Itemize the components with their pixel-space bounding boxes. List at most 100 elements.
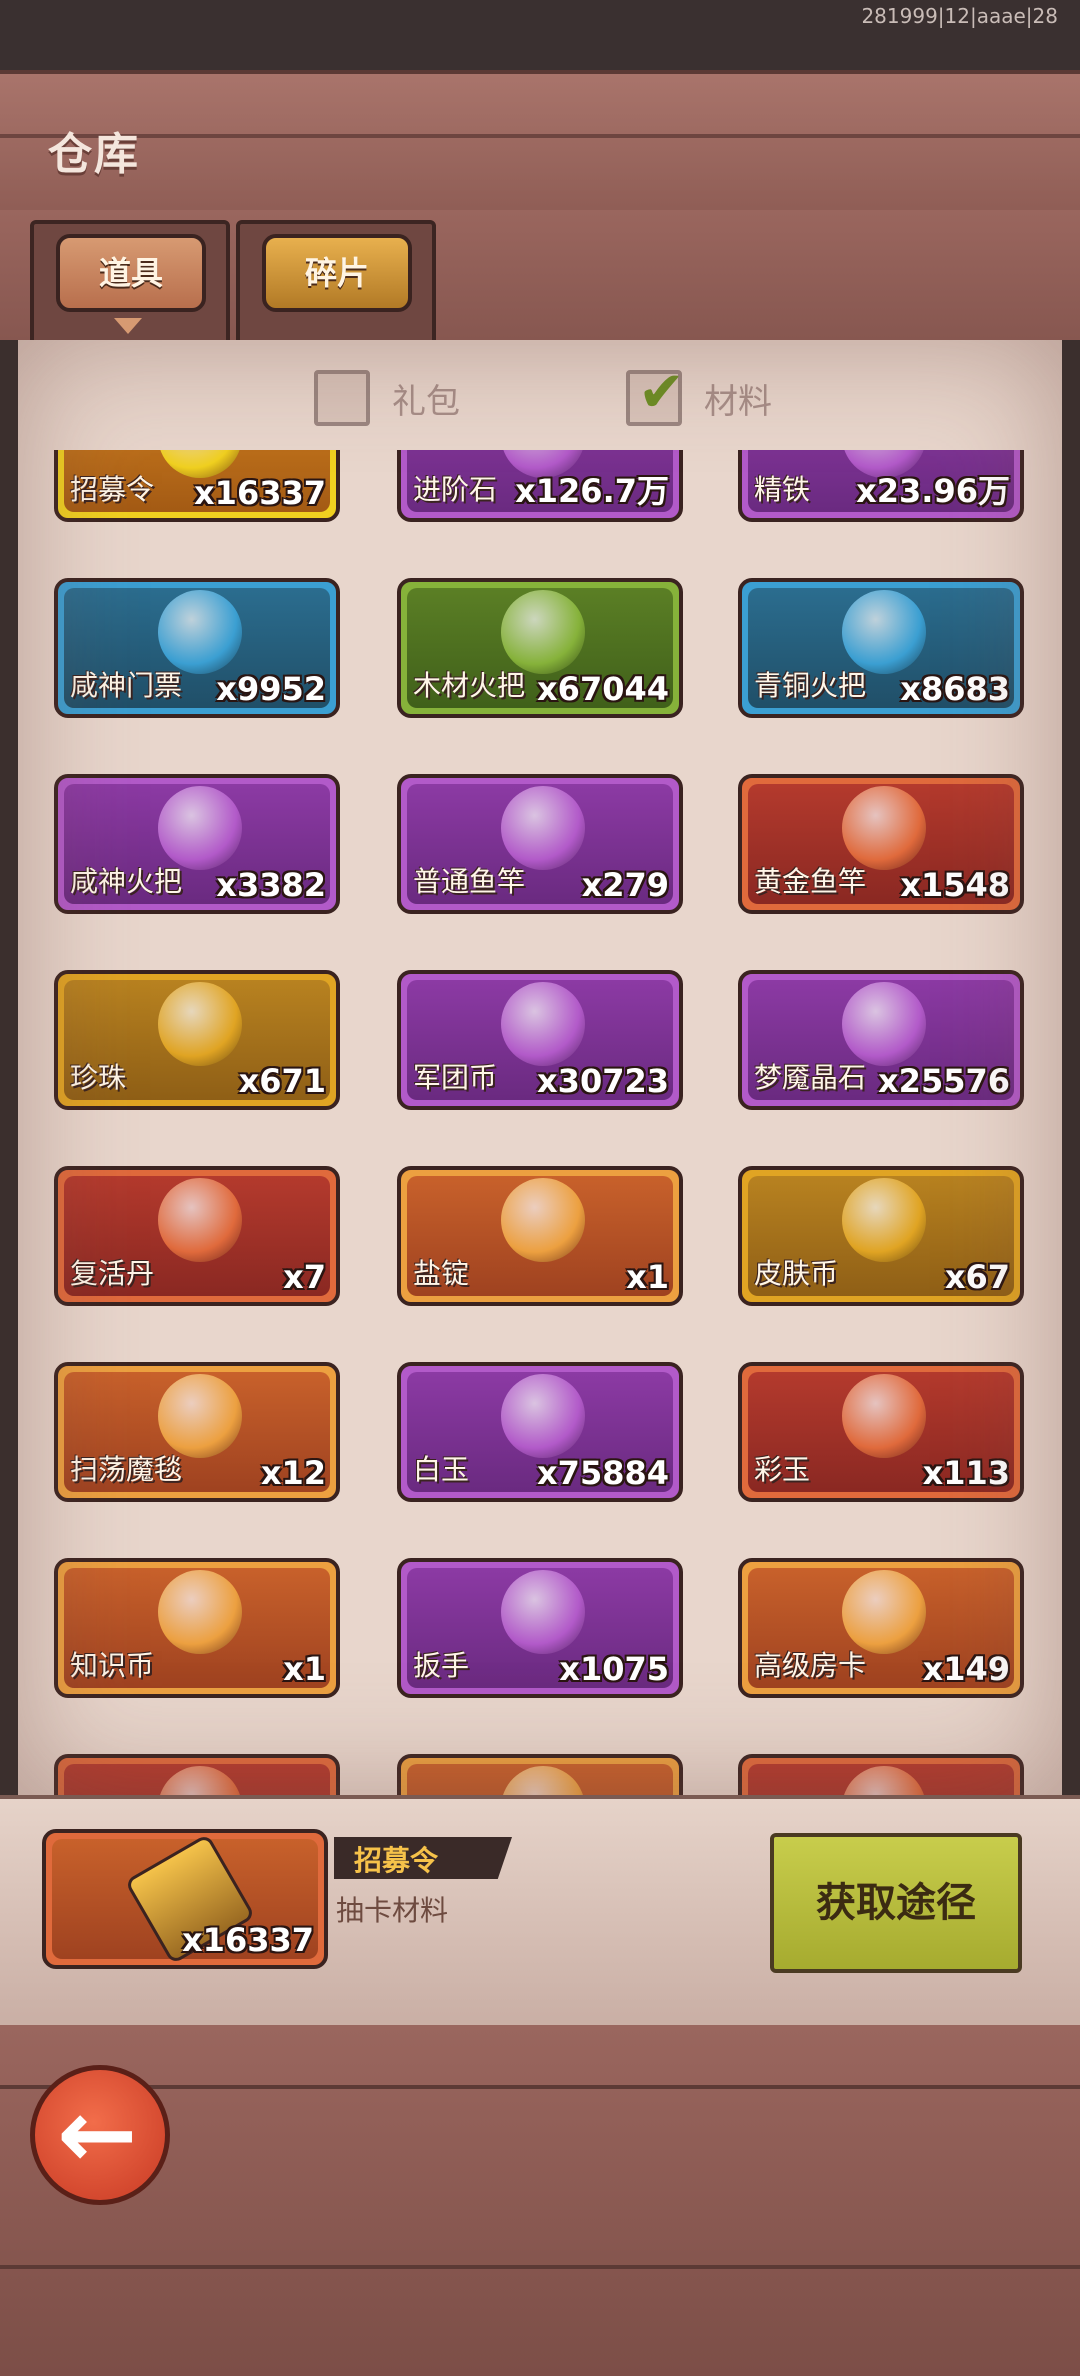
item-card[interactable]: 梦魇晶石 x25576 xyxy=(738,970,1024,1110)
item-qty: x1 xyxy=(283,1650,326,1688)
gift-pack-label: 礼包 xyxy=(392,382,460,422)
item-card[interactable]: 知识币 x1 xyxy=(54,1558,340,1698)
item-qty: x67044 xyxy=(537,670,669,708)
gift-pack-checkbox[interactable] xyxy=(314,370,370,426)
item-card[interactable]: 普通鱼竿 x279 xyxy=(397,774,683,914)
item-card[interactable] xyxy=(54,1754,340,1795)
wrench-icon xyxy=(501,1570,585,1654)
item-name: 梦魇晶石 xyxy=(754,1061,867,1094)
item-card[interactable]: 进阶石 x126.7万 xyxy=(397,450,683,522)
item-name: 招募令 xyxy=(70,473,155,506)
item-name: 皮肤币 xyxy=(754,1257,839,1290)
filter-row: 礼包 ✔ 材料 xyxy=(18,340,1062,440)
item-qty: x12 xyxy=(260,1454,326,1492)
item-qty: x3382 xyxy=(216,866,326,904)
item-qty: x149 xyxy=(922,1650,1010,1688)
fishing-rod-icon xyxy=(501,786,585,870)
status-bar: 281999|12|aaae|28 xyxy=(0,0,1080,70)
item-card[interactable]: 彩玉 x113 xyxy=(738,1362,1024,1502)
item-name: 高级房卡 xyxy=(754,1649,867,1682)
item-name: 彩玉 xyxy=(754,1453,811,1486)
get-source-button[interactable]: 获取途径 xyxy=(770,1833,1022,1973)
wood-torch-icon xyxy=(501,590,585,674)
item-card[interactable]: 木材火把 x67044 xyxy=(397,578,683,718)
item-qty: x8683 xyxy=(900,670,1010,708)
item-card[interactable]: 军团币 x30723 xyxy=(397,970,683,1110)
item-qty: x7 xyxy=(283,1258,326,1296)
tab-slot-items: 道具 xyxy=(30,220,230,348)
item-name: 黄金鱼竿 xyxy=(754,865,867,898)
tab-fragments[interactable]: 碎片 xyxy=(262,234,412,312)
page-title: 仓库 xyxy=(48,129,140,180)
material-checkbox[interactable]: ✔ xyxy=(626,360,685,426)
item-card[interactable]: 青铜火把 x8683 xyxy=(738,578,1024,718)
item-card[interactable]: 复活丹 x7 xyxy=(54,1166,340,1306)
header-bar: 仓库 xyxy=(0,70,1080,214)
magic-carpet-icon xyxy=(158,1374,242,1458)
active-tab-indicator xyxy=(114,318,142,334)
item-card[interactable]: 珍珠 x671 xyxy=(54,970,340,1110)
item-card[interactable]: 白玉 x75884 xyxy=(397,1362,683,1502)
golden-fishing-rod-icon xyxy=(842,786,926,870)
legion-coin-icon xyxy=(501,982,585,1066)
item-name: 进阶石 xyxy=(413,473,498,506)
status-text: 281999|12|aaae|28 xyxy=(861,4,1058,28)
item-qty: x1075 xyxy=(559,1650,669,1688)
item-card[interactable]: 咸神火把 x3382 xyxy=(54,774,340,914)
item-card[interactable]: 扳手 x1075 xyxy=(397,1558,683,1698)
item-name: 咸神门票 xyxy=(70,669,183,702)
item-qty: x9952 xyxy=(216,670,326,708)
skin-coin-icon xyxy=(842,1178,926,1262)
item-qty: x671 xyxy=(238,1062,326,1100)
checkmark-icon: ✔ xyxy=(638,360,685,425)
item-grid: 招募令 x16337 进阶石 x126.7万 精铁 x23.96万咸神门票 x9952 木材火… xyxy=(18,450,1062,1795)
knowledge-coin-icon xyxy=(158,1570,242,1654)
revive-pill-icon xyxy=(158,1178,242,1262)
back-arrow-icon: ← xyxy=(57,2078,138,2190)
item-name: 青铜火把 xyxy=(754,669,867,702)
white-jade-icon xyxy=(501,1374,585,1458)
item-name: 木材火把 xyxy=(413,669,526,702)
item-qty: x1 xyxy=(626,1258,669,1296)
selected-item-desc: 抽卡材料 xyxy=(336,1894,449,1927)
item-name: 扳手 xyxy=(413,1649,470,1682)
detail-panel: x16337 招募令 抽卡材料 获取途径 xyxy=(0,1795,1080,2029)
tab-items[interactable]: 道具 xyxy=(56,234,206,312)
selected-item-name: 招募令 xyxy=(354,1844,439,1877)
item-name-ribbon: 招募令 xyxy=(334,1837,512,1879)
item-card[interactable]: 咸神门票 x9952 xyxy=(54,578,340,718)
tab-bar: 道具 碎片 xyxy=(0,210,1080,348)
item-qty: x1548 xyxy=(900,866,1010,904)
item-card[interactable]: 招募令 x16337 xyxy=(54,450,340,522)
tab-slot-fragments: 碎片 xyxy=(236,220,436,348)
plank-divider xyxy=(0,134,1080,138)
selected-item-card[interactable]: x16337 xyxy=(42,1829,328,1969)
plank-divider xyxy=(0,2085,1080,2089)
room-card-icon xyxy=(842,1570,926,1654)
item-name: 精铁 xyxy=(754,473,811,506)
item-card[interactable]: 精铁 x23.96万 xyxy=(738,450,1024,522)
item-name: 军团币 xyxy=(413,1061,498,1094)
bronze-torch-icon xyxy=(842,590,926,674)
ticket-icon xyxy=(158,590,242,674)
item-name: 普通鱼竿 xyxy=(413,865,526,898)
item-card[interactable] xyxy=(397,1754,683,1795)
inventory-panel: 礼包 ✔ 材料 招募令 x16337 进阶石 x126.7万 精铁 x23.96万咸神门票… xyxy=(18,340,1062,1795)
item-name: 盐锭 xyxy=(413,1257,470,1290)
item-name: 扫荡魔毯 xyxy=(70,1453,183,1486)
material-label: 材料 xyxy=(704,382,772,422)
item-card[interactable]: 皮肤币 x67 xyxy=(738,1166,1024,1306)
pearl-icon xyxy=(158,982,242,1066)
item-card[interactable]: 黄金鱼竿 x1548 xyxy=(738,774,1024,914)
item-card[interactable]: 盐锭 x1 xyxy=(397,1166,683,1306)
bottom-bar: ← xyxy=(0,2025,1080,2376)
item-qty: x67 xyxy=(944,1258,1010,1296)
item-card[interactable]: 扫荡魔毯 x12 xyxy=(54,1362,340,1502)
item-card[interactable] xyxy=(738,1754,1024,1795)
back-button[interactable]: ← xyxy=(30,2065,170,2205)
item-name: 知识币 xyxy=(70,1649,155,1682)
item-qty: x126.7万 xyxy=(515,472,669,510)
item-card[interactable]: 高级房卡 x149 xyxy=(738,1558,1024,1698)
item-qty: x16337 xyxy=(194,474,326,512)
plank-divider xyxy=(0,2265,1080,2269)
